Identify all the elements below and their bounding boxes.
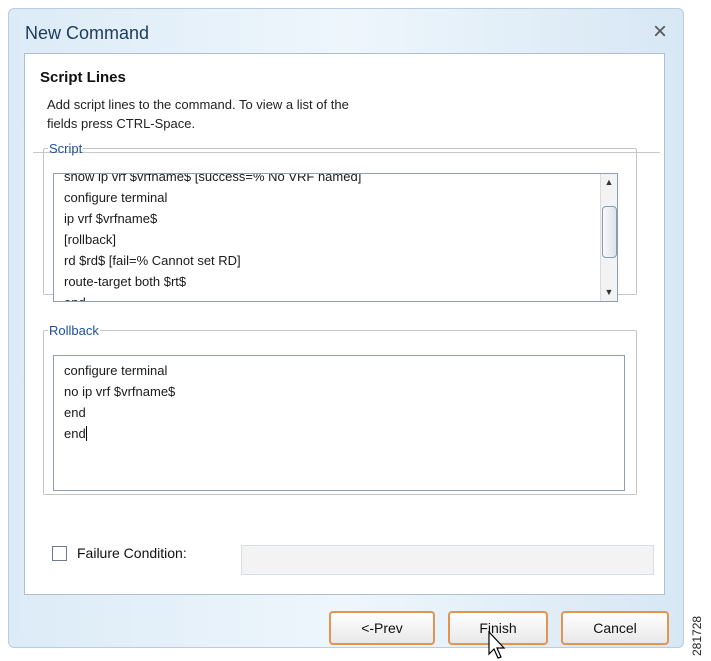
script-line: rd $rd$ [fail=% Cannot set RD] xyxy=(64,253,241,268)
scroll-down-icon[interactable]: ▼ xyxy=(601,284,617,301)
figure-number: 281728 xyxy=(690,615,704,656)
script-line: end xyxy=(64,292,597,301)
rollback-line: no ip vrf $vrfname$ xyxy=(64,384,176,399)
rollback-lines: configure terminal no ip vrf $vrfname$ e… xyxy=(64,360,175,444)
rollback-legend: Rollback xyxy=(49,323,99,338)
script-group: Script show ip vrf $vrfname$ [success=% … xyxy=(43,141,637,302)
rollback-group: Rollback configure terminal no ip vrf $v… xyxy=(43,323,637,495)
script-legend: Script xyxy=(49,141,83,156)
script-scrollbar[interactable]: ▲ ▼ xyxy=(600,174,617,301)
close-icon: × xyxy=(652,18,667,45)
failure-condition-input[interactable] xyxy=(241,545,654,575)
rollback-line: end xyxy=(64,426,87,441)
failure-condition-label: Failure Condition: xyxy=(77,545,187,561)
rollback-textarea[interactable]: configure terminal no ip vrf $vrfname$ e… xyxy=(53,355,625,491)
mouse-pointer-icon xyxy=(488,631,506,659)
rollback-line: end xyxy=(64,405,86,420)
title-bar: New Command × xyxy=(9,9,683,53)
scroll-up-icon[interactable]: ▲ xyxy=(601,174,617,191)
script-line: ip vrf $vrfname$ xyxy=(64,211,158,226)
cancel-button[interactable]: Cancel xyxy=(561,611,669,645)
script-line-cutoff: show ip vrf $vrfname$ [success=% No VRF … xyxy=(64,173,362,184)
script-line: configure terminal xyxy=(64,190,168,205)
script-line: [rollback] xyxy=(64,232,117,247)
section-description-line-2: fields press CTRL-Space. xyxy=(47,116,196,131)
script-line: route-target both $rt$ xyxy=(64,274,187,289)
dialog-title: New Command xyxy=(25,23,150,43)
section-description-line-1: Add script lines to the command. To view… xyxy=(47,97,349,112)
prev-button[interactable]: <-Prev xyxy=(329,611,435,645)
section-title: Script Lines xyxy=(40,69,126,86)
section-description: Add script lines to the command. To view… xyxy=(47,95,487,133)
failure-condition-checkbox[interactable] xyxy=(52,546,67,561)
new-command-dialog: New Command × Script Lines Add script li… xyxy=(8,8,684,648)
rollback-line: configure terminal xyxy=(64,363,168,378)
script-textarea[interactable]: show ip vrf $vrfname$ [success=% No VRF … xyxy=(53,173,618,302)
close-button[interactable]: × xyxy=(647,19,673,45)
script-lines: show ip vrf $vrfname$ [success=% No VRF … xyxy=(64,173,597,301)
scroll-thumb[interactable] xyxy=(602,206,617,258)
